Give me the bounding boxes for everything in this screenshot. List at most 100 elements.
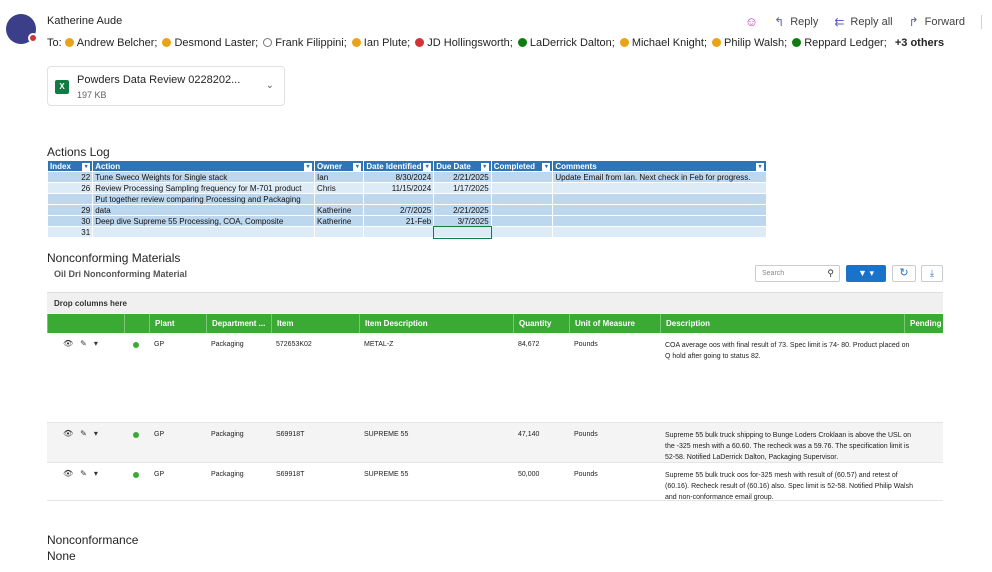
column-header[interactable]: Item Description [359,314,513,333]
column-header[interactable]: Plant [149,314,206,333]
edit-icon[interactable]: ✎ [80,469,94,478]
table-cell[interactable] [490,226,554,238]
recipient[interactable]: JD Hollingsworth; [415,37,513,49]
column-header[interactable]: Index ▾ [47,160,94,172]
table-cell[interactable] [363,193,435,205]
table-row[interactable]: 👁✎▾ GP Packaging S69918T SUPREME 55 50,000 Pou… [47,463,943,501]
recipient[interactable]: Philip Walsh; [712,37,787,49]
group-drop-zone[interactable]: Drop columns here [47,292,943,313]
recipient[interactable]: Desmond Laster; [162,37,258,49]
reply-button[interactable]: ↰ Reply [774,15,818,29]
table-cell[interactable] [92,226,316,238]
table-cell[interactable]: 2/21/2025 [433,171,492,183]
table-cell[interactable] [363,226,435,238]
table-cell[interactable] [490,204,554,216]
chevron-down-icon[interactable]: ▾ [94,339,105,348]
forward-button[interactable]: ↱ Forward [909,15,965,29]
table-cell[interactable] [432,225,493,239]
recipient[interactable]: Reppard Ledger; [792,37,887,49]
filter-button[interactable]: ▼ ▾ [846,265,886,282]
table-cell: METAL-Z [364,341,394,348]
table-cell[interactable] [490,215,554,227]
emoji-react-icon[interactable]: ☺ [745,14,758,29]
table-cell[interactable]: 29 [47,204,94,216]
column-header[interactable]: Due Date ▾ [433,160,492,172]
table-cell[interactable]: 2/21/2025 [433,204,492,216]
recipient[interactable]: LaDerrick Dalton; [517,37,615,49]
filter-dropdown-icon[interactable]: ▾ [542,162,551,171]
table-cell[interactable]: Put together review comparing Processing… [92,193,316,205]
column-header[interactable]: Pending [904,314,943,333]
table-cell[interactable]: 11/15/2024 [363,182,435,194]
more-recipients-link[interactable]: +3 others [895,37,944,49]
filter-dropdown-icon[interactable]: ▾ [423,162,432,171]
edit-icon[interactable]: ✎ [80,429,94,438]
table-cell[interactable] [552,215,767,227]
table-cell[interactable]: 8/30/2024 [363,171,435,183]
table-cell[interactable] [314,226,365,238]
table-cell[interactable]: Ian [314,171,365,183]
attachment-card[interactable]: X Powders Data Review 0228202... 197 KB … [47,66,285,106]
table-cell[interactable] [490,193,554,205]
view-icon[interactable]: 👁 [63,429,80,438]
column-header[interactable]: Completed ▾ [490,160,554,172]
table-cell[interactable]: Update Email from Ian. Next check in Feb… [552,171,767,183]
edit-icon[interactable]: ✎ [80,339,94,348]
table-cell[interactable]: Tune Sweco Weights for Single stack [92,171,316,183]
table-cell[interactable]: Chris [314,182,365,194]
view-icon[interactable]: 👁 [63,469,80,478]
column-header[interactable]: Description [660,314,904,333]
column-header[interactable]: Owner ▾ [314,160,365,172]
column-header[interactable]: Date Identified ▾ [363,160,435,172]
reply-all-button[interactable]: ⇇ Reply all [834,15,892,29]
chevron-down-icon[interactable]: ▾ [94,429,105,438]
column-header[interactable]: Action ▾ [92,160,316,172]
table-cell[interactable]: 26 [47,182,94,194]
table-cell[interactable]: 1/17/2025 [433,182,492,194]
table-cell[interactable] [433,193,492,205]
table-cell[interactable] [490,171,554,183]
chevron-down-icon[interactable]: ⌄ [266,80,274,91]
table-cell: 47,140 [518,431,540,438]
table-cell[interactable]: 3/7/2025 [433,215,492,227]
table-cell[interactable] [47,193,94,205]
recipient[interactable]: Ian Plute; [351,37,410,49]
table-cell[interactable]: Review Processing Sampling frequency for… [92,182,316,194]
table-cell[interactable]: 21-Feb [363,215,435,227]
column-header[interactable]: Quantity [513,314,569,333]
table-cell[interactable] [552,226,767,238]
table-cell[interactable]: 22 [47,171,94,183]
filter-dropdown-icon[interactable]: ▾ [82,162,91,171]
table-cell[interactable]: data [92,204,316,216]
table-cell[interactable] [552,204,767,216]
recipient[interactable]: Michael Knight; [619,37,707,49]
column-header[interactable]: Unit of Measure [569,314,660,333]
filter-dropdown-icon[interactable]: ▾ [756,162,764,171]
table-cell[interactable]: 2/7/2025 [363,204,435,216]
filter-dropdown-icon[interactable]: ▾ [304,162,313,171]
search-input[interactable]: Search ⚲ [755,265,840,282]
table-cell[interactable]: 30 [47,215,94,227]
export-button[interactable]: ⤓ [921,265,943,282]
column-header[interactable]: Department ... [206,314,271,333]
table-cell[interactable] [552,193,767,205]
sender-name[interactable]: Katherine Aude [47,15,122,27]
table-row[interactable]: 👁✎▾ GP Packaging S69918T SUPREME 55 47,140 Pou… [47,423,943,463]
view-icon[interactable]: 👁 [63,339,80,348]
chevron-down-icon[interactable]: ▾ [94,469,105,478]
table-cell[interactable]: Deep dive Supreme 55 Processing, COA, Co… [92,215,316,227]
recipient[interactable]: Frank Filippini; [263,37,347,49]
table-cell[interactable]: 31 [47,226,94,238]
filter-dropdown-icon[interactable]: ▾ [480,162,489,171]
filter-dropdown-icon[interactable]: ▾ [353,162,362,171]
refresh-button[interactable]: ↻ [892,265,916,282]
table-cell[interactable] [314,193,365,205]
recipient[interactable]: Andrew Belcher; [64,37,157,49]
table-cell[interactable] [490,182,554,194]
column-header[interactable]: Item [271,314,359,333]
table-row[interactable]: 👁✎▾ GP Packaging 572653K02 METAL-Z 84,672 Poun… [47,333,943,423]
table-cell[interactable] [552,182,767,194]
table-cell[interactable]: Katherine [314,204,365,216]
table-cell[interactable]: Katherine [314,215,365,227]
column-header[interactable]: Comments ▾ [552,160,767,172]
